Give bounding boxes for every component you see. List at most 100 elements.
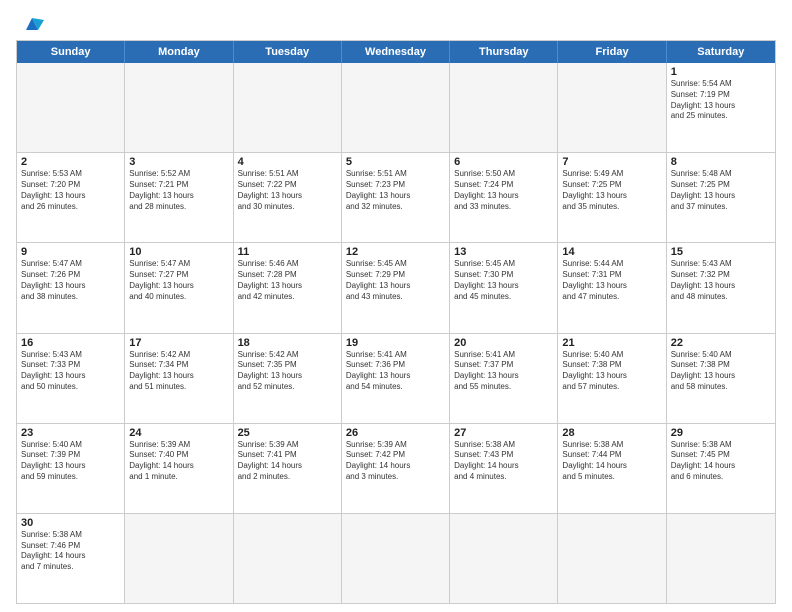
calendar-row-5: 30Sunrise: 5:38 AM Sunset: 7:46 PM Dayli… bbox=[17, 513, 775, 603]
calendar-cell: 18Sunrise: 5:42 AM Sunset: 7:35 PM Dayli… bbox=[234, 334, 342, 423]
day-number: 4 bbox=[238, 156, 337, 168]
calendar-cell bbox=[450, 63, 558, 152]
day-number: 8 bbox=[671, 156, 771, 168]
day-info: Sunrise: 5:40 AM Sunset: 7:38 PM Dayligh… bbox=[562, 350, 661, 393]
day-info: Sunrise: 5:51 AM Sunset: 7:22 PM Dayligh… bbox=[238, 169, 337, 212]
calendar-row-1: 2Sunrise: 5:53 AM Sunset: 7:20 PM Daylig… bbox=[17, 152, 775, 242]
day-number: 15 bbox=[671, 246, 771, 258]
day-number: 18 bbox=[238, 337, 337, 349]
day-info: Sunrise: 5:38 AM Sunset: 7:45 PM Dayligh… bbox=[671, 440, 771, 483]
day-info: Sunrise: 5:43 AM Sunset: 7:33 PM Dayligh… bbox=[21, 350, 120, 393]
calendar-cell: 6Sunrise: 5:50 AM Sunset: 7:24 PM Daylig… bbox=[450, 153, 558, 242]
calendar-cell: 23Sunrise: 5:40 AM Sunset: 7:39 PM Dayli… bbox=[17, 424, 125, 513]
calendar-cell: 26Sunrise: 5:39 AM Sunset: 7:42 PM Dayli… bbox=[342, 424, 450, 513]
day-info: Sunrise: 5:53 AM Sunset: 7:20 PM Dayligh… bbox=[21, 169, 120, 212]
calendar-cell bbox=[342, 514, 450, 603]
day-number: 24 bbox=[129, 427, 228, 439]
calendar-cell bbox=[667, 514, 775, 603]
day-number: 27 bbox=[454, 427, 553, 439]
day-info: Sunrise: 5:45 AM Sunset: 7:30 PM Dayligh… bbox=[454, 259, 553, 302]
calendar-cell: 25Sunrise: 5:39 AM Sunset: 7:41 PM Dayli… bbox=[234, 424, 342, 513]
calendar-row-0: 1Sunrise: 5:54 AM Sunset: 7:19 PM Daylig… bbox=[17, 63, 775, 152]
calendar-cell: 7Sunrise: 5:49 AM Sunset: 7:25 PM Daylig… bbox=[558, 153, 666, 242]
calendar-cell bbox=[450, 514, 558, 603]
day-info: Sunrise: 5:38 AM Sunset: 7:44 PM Dayligh… bbox=[562, 440, 661, 483]
day-info: Sunrise: 5:46 AM Sunset: 7:28 PM Dayligh… bbox=[238, 259, 337, 302]
day-number: 13 bbox=[454, 246, 553, 258]
calendar-cell: 2Sunrise: 5:53 AM Sunset: 7:20 PM Daylig… bbox=[17, 153, 125, 242]
weekday-header-tuesday: Tuesday bbox=[234, 41, 342, 63]
calendar-cell: 4Sunrise: 5:51 AM Sunset: 7:22 PM Daylig… bbox=[234, 153, 342, 242]
calendar-header: SundayMondayTuesdayWednesdayThursdayFrid… bbox=[17, 41, 775, 63]
day-info: Sunrise: 5:42 AM Sunset: 7:34 PM Dayligh… bbox=[129, 350, 228, 393]
calendar-cell bbox=[125, 63, 233, 152]
day-info: Sunrise: 5:39 AM Sunset: 7:40 PM Dayligh… bbox=[129, 440, 228, 483]
day-number: 29 bbox=[671, 427, 771, 439]
weekday-header-friday: Friday bbox=[558, 41, 666, 63]
calendar-cell: 22Sunrise: 5:40 AM Sunset: 7:38 PM Dayli… bbox=[667, 334, 775, 423]
header bbox=[16, 12, 776, 34]
weekday-header-monday: Monday bbox=[125, 41, 233, 63]
calendar-cell: 19Sunrise: 5:41 AM Sunset: 7:36 PM Dayli… bbox=[342, 334, 450, 423]
logo-icon bbox=[18, 12, 46, 34]
day-number: 11 bbox=[238, 246, 337, 258]
day-number: 10 bbox=[129, 246, 228, 258]
weekday-header-thursday: Thursday bbox=[450, 41, 558, 63]
day-number: 26 bbox=[346, 427, 445, 439]
day-info: Sunrise: 5:50 AM Sunset: 7:24 PM Dayligh… bbox=[454, 169, 553, 212]
calendar: SundayMondayTuesdayWednesdayThursdayFrid… bbox=[16, 40, 776, 604]
calendar-row-4: 23Sunrise: 5:40 AM Sunset: 7:39 PM Dayli… bbox=[17, 423, 775, 513]
day-info: Sunrise: 5:43 AM Sunset: 7:32 PM Dayligh… bbox=[671, 259, 771, 302]
day-number: 12 bbox=[346, 246, 445, 258]
day-number: 20 bbox=[454, 337, 553, 349]
day-info: Sunrise: 5:52 AM Sunset: 7:21 PM Dayligh… bbox=[129, 169, 228, 212]
weekday-header-saturday: Saturday bbox=[667, 41, 775, 63]
day-info: Sunrise: 5:47 AM Sunset: 7:26 PM Dayligh… bbox=[21, 259, 120, 302]
calendar-cell: 12Sunrise: 5:45 AM Sunset: 7:29 PM Dayli… bbox=[342, 243, 450, 332]
calendar-cell: 15Sunrise: 5:43 AM Sunset: 7:32 PM Dayli… bbox=[667, 243, 775, 332]
calendar-cell: 8Sunrise: 5:48 AM Sunset: 7:25 PM Daylig… bbox=[667, 153, 775, 242]
calendar-cell: 29Sunrise: 5:38 AM Sunset: 7:45 PM Dayli… bbox=[667, 424, 775, 513]
day-info: Sunrise: 5:39 AM Sunset: 7:42 PM Dayligh… bbox=[346, 440, 445, 483]
calendar-cell bbox=[342, 63, 450, 152]
calendar-cell: 13Sunrise: 5:45 AM Sunset: 7:30 PM Dayli… bbox=[450, 243, 558, 332]
day-info: Sunrise: 5:51 AM Sunset: 7:23 PM Dayligh… bbox=[346, 169, 445, 212]
day-number: 9 bbox=[21, 246, 120, 258]
logo bbox=[16, 12, 46, 34]
calendar-cell: 5Sunrise: 5:51 AM Sunset: 7:23 PM Daylig… bbox=[342, 153, 450, 242]
calendar-cell: 16Sunrise: 5:43 AM Sunset: 7:33 PM Dayli… bbox=[17, 334, 125, 423]
day-number: 28 bbox=[562, 427, 661, 439]
day-number: 25 bbox=[238, 427, 337, 439]
calendar-cell bbox=[234, 63, 342, 152]
day-number: 3 bbox=[129, 156, 228, 168]
day-info: Sunrise: 5:41 AM Sunset: 7:36 PM Dayligh… bbox=[346, 350, 445, 393]
day-number: 17 bbox=[129, 337, 228, 349]
day-info: Sunrise: 5:40 AM Sunset: 7:38 PM Dayligh… bbox=[671, 350, 771, 393]
weekday-header-wednesday: Wednesday bbox=[342, 41, 450, 63]
day-number: 19 bbox=[346, 337, 445, 349]
day-info: Sunrise: 5:49 AM Sunset: 7:25 PM Dayligh… bbox=[562, 169, 661, 212]
calendar-cell: 1Sunrise: 5:54 AM Sunset: 7:19 PM Daylig… bbox=[667, 63, 775, 152]
calendar-cell bbox=[234, 514, 342, 603]
day-info: Sunrise: 5:41 AM Sunset: 7:37 PM Dayligh… bbox=[454, 350, 553, 393]
calendar-cell bbox=[558, 514, 666, 603]
day-info: Sunrise: 5:48 AM Sunset: 7:25 PM Dayligh… bbox=[671, 169, 771, 212]
day-number: 16 bbox=[21, 337, 120, 349]
calendar-cell: 10Sunrise: 5:47 AM Sunset: 7:27 PM Dayli… bbox=[125, 243, 233, 332]
day-info: Sunrise: 5:40 AM Sunset: 7:39 PM Dayligh… bbox=[21, 440, 120, 483]
day-number: 1 bbox=[671, 66, 771, 78]
day-info: Sunrise: 5:42 AM Sunset: 7:35 PM Dayligh… bbox=[238, 350, 337, 393]
day-number: 5 bbox=[346, 156, 445, 168]
day-info: Sunrise: 5:44 AM Sunset: 7:31 PM Dayligh… bbox=[562, 259, 661, 302]
calendar-cell bbox=[125, 514, 233, 603]
day-number: 2 bbox=[21, 156, 120, 168]
calendar-cell: 11Sunrise: 5:46 AM Sunset: 7:28 PM Dayli… bbox=[234, 243, 342, 332]
day-number: 21 bbox=[562, 337, 661, 349]
day-number: 7 bbox=[562, 156, 661, 168]
calendar-cell bbox=[558, 63, 666, 152]
page: SundayMondayTuesdayWednesdayThursdayFrid… bbox=[0, 0, 792, 612]
day-number: 6 bbox=[454, 156, 553, 168]
calendar-cell: 20Sunrise: 5:41 AM Sunset: 7:37 PM Dayli… bbox=[450, 334, 558, 423]
day-number: 22 bbox=[671, 337, 771, 349]
calendar-cell: 21Sunrise: 5:40 AM Sunset: 7:38 PM Dayli… bbox=[558, 334, 666, 423]
